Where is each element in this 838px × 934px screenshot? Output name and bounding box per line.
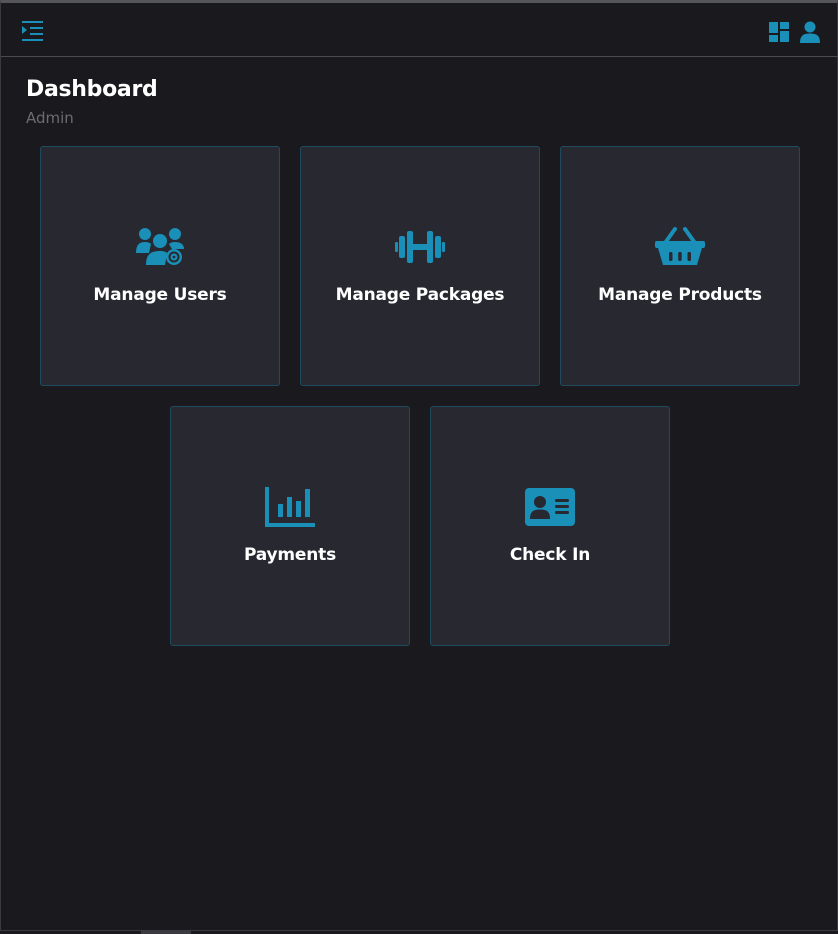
check-in-card[interactable]: Check In — [430, 406, 670, 646]
card-label: Check In — [509, 545, 591, 565]
dumbbell-icon — [301, 225, 539, 269]
card-label: Manage Products — [598, 285, 762, 305]
manage-products-card[interactable]: Manage Products — [560, 146, 800, 386]
menu-toggle-icon[interactable] — [21, 20, 45, 42]
app-window: Dashboard Admin Manage Users Manage Pack… — [0, 0, 838, 934]
manage-packages-card[interactable]: Manage Packages — [300, 146, 540, 386]
user-icon[interactable] — [800, 21, 820, 43]
card-label: Manage Users — [93, 285, 227, 305]
bar-chart-icon — [171, 485, 409, 529]
card-label: Manage Packages — [335, 285, 505, 305]
dashboard-layout-icon[interactable] — [769, 22, 789, 42]
top-navbar — [1, 6, 838, 57]
manage-users-card[interactable]: Manage Users — [40, 146, 280, 386]
users-gear-icon — [41, 225, 279, 269]
card-label: Payments — [243, 545, 337, 565]
page-title: Dashboard — [26, 77, 158, 102]
payments-card[interactable]: Payments — [170, 406, 410, 646]
id-card-icon — [431, 485, 669, 529]
basket-icon — [561, 225, 799, 269]
page-subtitle: Admin — [26, 109, 74, 127]
